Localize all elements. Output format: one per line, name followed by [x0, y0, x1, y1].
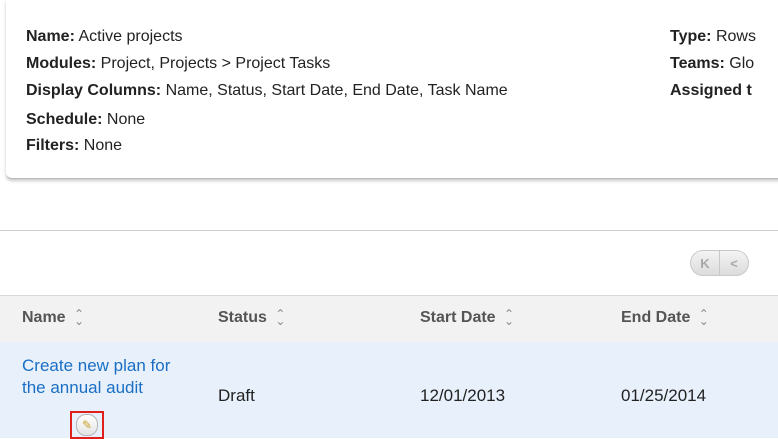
column-header-name[interactable]: Name ⌃ ⌄: [22, 308, 84, 327]
summary-assigned: Assigned t: [670, 81, 752, 101]
summary-teams-value: Glo: [729, 55, 755, 72]
column-header-start-date-label: Start Date: [420, 309, 496, 326]
summary-schedule: Schedule: None: [26, 110, 145, 130]
sort-icon[interactable]: ⌃ ⌄: [699, 308, 709, 327]
summary-display-columns: Display Columns: Name, Status, Start Dat…: [26, 81, 508, 101]
table-header: Name ⌃ ⌄ Status ⌃ ⌄ Start Date ⌃ ⌄ End Date…: [0, 295, 778, 343]
sort-icon[interactable]: ⌃ ⌄: [275, 308, 285, 327]
column-header-end-date-label: End Date: [621, 309, 691, 326]
summary-schedule-value: None: [106, 111, 146, 128]
pencil-icon: ✎: [76, 414, 98, 436]
summary-modules-label: Modules:: [26, 55, 97, 72]
column-header-status-label: Status: [218, 309, 267, 326]
summary-filters-value: None: [83, 137, 123, 154]
summary-teams-label: Teams:: [670, 55, 725, 72]
summary-filters-label: Filters:: [26, 137, 80, 154]
summary-name: Name: Active projects: [26, 27, 183, 47]
summary-type: Type: Rows: [670, 27, 756, 47]
summary-name-value: Active projects: [78, 28, 183, 45]
column-header-name-label: Name: [22, 309, 66, 326]
summary-modules-value: Project, Projects > Project Tasks: [100, 55, 331, 72]
summary-filters: Filters: None: [26, 136, 122, 156]
column-header-end-date[interactable]: End Date ⌃ ⌄: [621, 308, 709, 327]
report-results-table: K < Name ⌃ ⌄ Status ⌃ ⌄ Start Date ⌃ ⌄ End …: [0, 230, 778, 439]
first-page-icon: K: [700, 255, 710, 271]
previous-page-button[interactable]: <: [719, 250, 749, 276]
summary-name-label: Name:: [26, 28, 75, 45]
summary-schedule-label: Schedule:: [26, 111, 103, 128]
column-header-start-date[interactable]: Start Date ⌃ ⌄: [420, 308, 514, 327]
summary-display-columns-label: Display Columns:: [26, 82, 162, 99]
summary-display-columns-value: Name, Status, Start Date, End Date, Task…: [165, 82, 508, 99]
cell-end-date: 01/25/2014: [621, 386, 707, 405]
cell-start-date: 12/01/2013: [420, 386, 506, 405]
table-row: Create new plan for the annual audit ✎ D…: [0, 342, 778, 439]
report-summary-panel: Name: Active projects Modules: Project, …: [6, 0, 778, 179]
summary-teams: Teams: Glo: [670, 54, 754, 74]
previous-page-icon: <: [730, 255, 738, 271]
column-header-status[interactable]: Status ⌃ ⌄: [218, 308, 285, 327]
sort-icon[interactable]: ⌃ ⌄: [74, 308, 84, 327]
summary-type-label: Type:: [670, 28, 712, 45]
cell-status: Draft: [218, 386, 255, 405]
pagination-bar: K <: [0, 231, 778, 295]
summary-type-value: Rows: [715, 28, 756, 45]
record-name-link[interactable]: Create new plan for the annual audit: [22, 355, 192, 399]
first-page-button[interactable]: K: [690, 250, 720, 276]
summary-assigned-label: Assigned t: [670, 82, 752, 99]
sort-icon[interactable]: ⌃ ⌄: [504, 308, 514, 327]
summary-modules: Modules: Project, Projects > Project Tas…: [26, 54, 330, 74]
edit-button[interactable]: ✎: [70, 411, 104, 439]
